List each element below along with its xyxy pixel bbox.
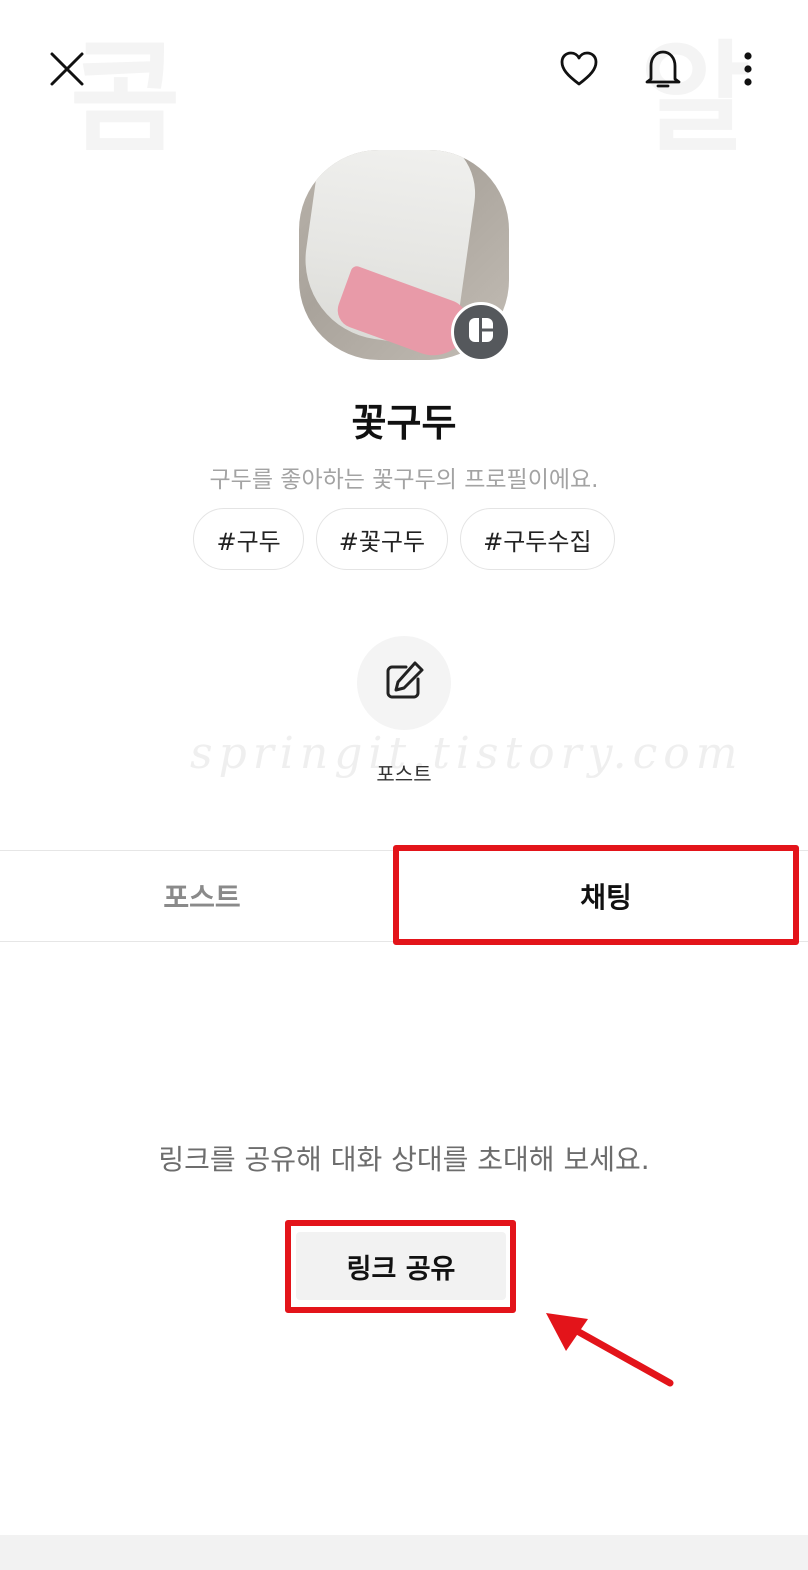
heart-icon xyxy=(559,50,599,88)
write-post-button[interactable] xyxy=(357,636,451,730)
more-vertical-icon xyxy=(743,51,753,87)
like-button[interactable] xyxy=(556,46,602,92)
profile-image-container[interactable] xyxy=(299,150,511,362)
close-button[interactable] xyxy=(44,46,90,92)
edit-icon xyxy=(382,659,426,707)
tag-chip[interactable]: #구두수집 xyxy=(460,508,615,570)
profile-bio: 구두를 좋아하는 꽃구두의 프로필이에요. xyxy=(209,467,599,493)
close-icon xyxy=(49,51,85,87)
bottom-bar xyxy=(0,1535,808,1570)
bell-icon xyxy=(644,47,682,91)
profile-name: 꽃구두 xyxy=(351,401,457,445)
channel-badge-icon xyxy=(467,316,495,348)
tag-chip[interactable]: #꽃구두 xyxy=(315,508,449,570)
notification-button[interactable] xyxy=(640,44,686,94)
highlight-box-chat-tab xyxy=(393,845,799,945)
write-post-label: 포스트 xyxy=(376,762,432,786)
highlight-box-share-button xyxy=(285,1220,516,1313)
profile-badge xyxy=(451,302,511,362)
invite-message: 링크를 공유해 대화 상대를 초대해 보세요. xyxy=(158,1143,650,1176)
annotation-arrow-icon xyxy=(540,1305,680,1399)
more-button[interactable] xyxy=(734,46,762,92)
tab-post[interactable]: 포스트 xyxy=(0,851,404,941)
tag-chip[interactable]: #구두 xyxy=(193,508,304,570)
tag-list: #구두 #꽃구두 #구두수집 xyxy=(0,508,808,570)
